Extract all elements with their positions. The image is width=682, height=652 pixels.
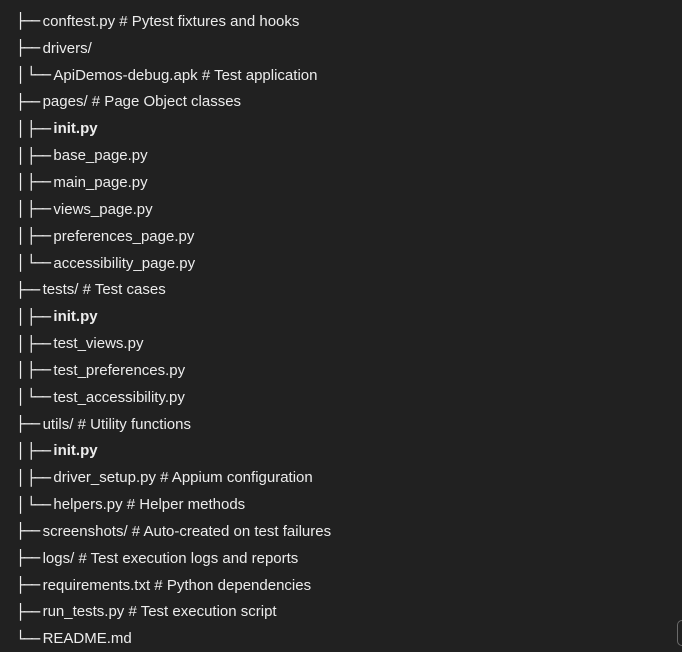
tree-line: │ ├── init.py: [16, 303, 672, 330]
scroll-edge-handle[interactable]: [677, 620, 682, 646]
tree-line: ├── run_tests.py # Test execution script: [16, 599, 672, 626]
tree-entry-name: main_page.py: [53, 173, 148, 191]
tree-line: │ ├── init.py: [16, 438, 672, 465]
tree-branch-prefix: ├──: [16, 39, 40, 58]
tree-branch-prefix: │ ├──: [16, 146, 51, 165]
tree-branch-prefix: │ ├──: [16, 361, 51, 380]
tree-entry-name: accessibility_page.py: [53, 254, 196, 272]
tree-branch-prefix: ├──: [16, 415, 40, 434]
tree-branch-prefix: │ ├──: [16, 173, 51, 192]
tree-branch-prefix: │ ├──: [16, 468, 51, 487]
tree-line: │ ├── base_page.py: [16, 142, 672, 169]
tree-line: ├── drivers/: [16, 35, 672, 62]
tree-line: ├── requirements.txt # Python dependencie…: [16, 572, 672, 599]
tree-entry-name: logs/ # Test execution logs and reports: [42, 549, 299, 567]
tree-line: │ ├── preferences_page.py: [16, 223, 672, 250]
tree-entry-name: run_tests.py # Test execution script: [42, 603, 277, 621]
tree-branch-prefix: │ └──: [16, 66, 51, 85]
tree-branch-prefix: └──: [16, 629, 40, 648]
tree-entry-name: requirements.txt # Python dependencies: [42, 576, 312, 594]
tree-entry-name: preferences_page.py: [53, 227, 195, 245]
tree-branch-prefix: ├──: [16, 12, 40, 31]
tree-entry-name: test_views.py: [53, 335, 144, 353]
tree-entry-name: ApiDemos-debug.apk # Test application: [53, 66, 318, 84]
tree-entry-name: pages/ # Page Object classes: [42, 93, 242, 111]
tree-line: │ ├── main_page.py: [16, 169, 672, 196]
tree-entry-name: README.md: [42, 630, 132, 648]
tree-line: │ └── accessibility_page.py: [16, 250, 672, 277]
tree-entry-name: views_page.py: [53, 200, 153, 218]
tree-entry-name: conftest.py # Pytest fixtures and hooks: [42, 12, 300, 30]
tree-entry-name: init.py: [53, 442, 98, 460]
tree-branch-prefix: ├──: [16, 280, 40, 299]
tree-line: │ └── ApiDemos-debug.apk # Test applicati…: [16, 62, 672, 89]
tree-line: │ └── test_accessibility.py: [16, 384, 672, 411]
tree-entry-name: base_page.py: [53, 147, 148, 165]
tree-entry-name: drivers/: [42, 39, 92, 57]
tree-entry-name: driver_setup.py # Appium configuration: [53, 469, 313, 487]
tree-line: ├── conftest.py # Pytest fixtures and hoo…: [16, 8, 672, 35]
tree-entry-name: tests/ # Test cases: [42, 281, 166, 299]
tree-line: ├── logs/ # Test execution logs and repor…: [16, 545, 672, 572]
tree-branch-prefix: │ ├──: [16, 441, 51, 460]
tree-entry-name: screenshots/ # Auto-created on test fail…: [42, 522, 332, 540]
tree-branch-prefix: │ └──: [16, 254, 51, 273]
tree-line: │ ├── driver_setup.py # Appium configurat…: [16, 464, 672, 491]
tree-line: │ ├── views_page.py: [16, 196, 672, 223]
tree-branch-prefix: │ ├──: [16, 307, 51, 326]
tree-entry-name: utils/ # Utility functions: [42, 415, 191, 433]
tree-line: ├── pages/ # Page Object classes: [16, 89, 672, 116]
tree-line: │ └── helpers.py # Helper methods: [16, 491, 672, 518]
tree-branch-prefix: │ ├──: [16, 119, 51, 138]
tree-line: │ ├── test_views.py: [16, 330, 672, 357]
tree-entry-name: init.py: [53, 120, 98, 138]
tree-line: ├── utils/ # Utility functions: [16, 411, 672, 438]
tree-branch-prefix: │ └──: [16, 495, 51, 514]
tree-branch-prefix: │ └──: [16, 388, 51, 407]
tree-branch-prefix: │ ├──: [16, 200, 51, 219]
tree-line: ├── tests/ # Test cases: [16, 276, 672, 303]
tree-branch-prefix: ├──: [16, 92, 40, 111]
tree-line: ├── screenshots/ # Auto-created on test f…: [16, 518, 672, 545]
tree-line: └── README.md: [16, 625, 672, 652]
file-tree: ├── conftest.py # Pytest fixtures and hoo…: [16, 8, 672, 652]
tree-entry-name: helpers.py # Helper methods: [53, 496, 246, 514]
tree-branch-prefix: │ ├──: [16, 227, 51, 246]
tree-entry-name: init.py: [53, 308, 98, 326]
tree-branch-prefix: │ ├──: [16, 334, 51, 353]
tree-branch-prefix: ├──: [16, 522, 40, 541]
tree-branch-prefix: ├──: [16, 602, 40, 621]
tree-line: │ ├── test_preferences.py: [16, 357, 672, 384]
tree-entry-name: test_preferences.py: [53, 361, 186, 379]
tree-line: │ ├── init.py: [16, 115, 672, 142]
tree-branch-prefix: ├──: [16, 549, 40, 568]
tree-branch-prefix: ├──: [16, 576, 40, 595]
tree-entry-name: test_accessibility.py: [53, 388, 185, 406]
